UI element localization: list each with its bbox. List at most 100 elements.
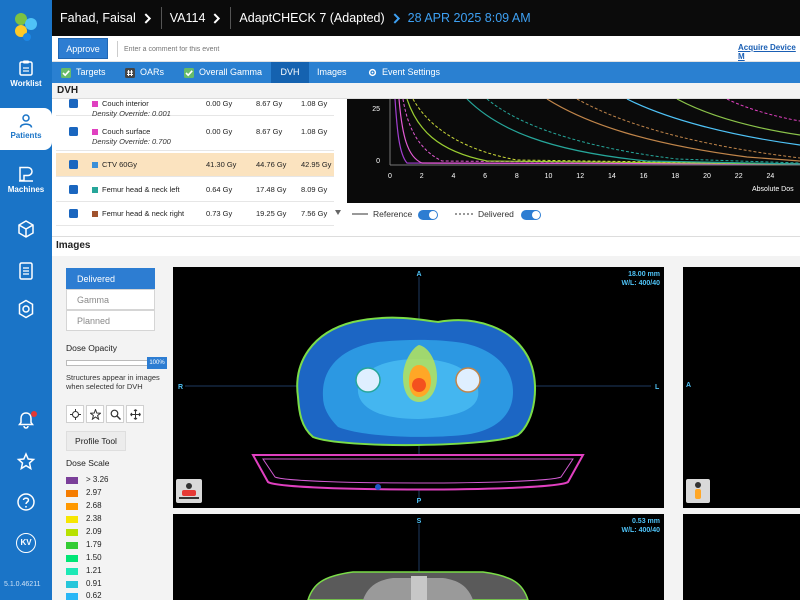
profile-tool-button[interactable]: Profile Tool <box>66 431 126 451</box>
tab-label: Images <box>317 67 347 77</box>
structure-max-dose: 19.25 Gy <box>256 209 287 218</box>
patient-orientation-icon <box>176 479 202 503</box>
structure-row[interactable]: Couch interior Density Override: 0.001 0… <box>56 96 334 118</box>
dose-scale-swatch <box>66 581 78 588</box>
structure-row[interactable]: Couch surface Density Override: 0.700 0.… <box>56 117 334 151</box>
structure-row-selected[interactable]: CTV 60Gy 41.30 Gy 44.76 Gy 42.95 Gy <box>56 153 334 177</box>
gear-icon[interactable] <box>14 297 38 321</box>
dose-scale-value: 2.68 <box>86 501 102 510</box>
user-avatar[interactable]: KV <box>16 533 36 553</box>
structure-color-swatch <box>92 129 98 135</box>
dose-scale-label: Dose Scale <box>66 458 110 468</box>
pan-tool-button[interactable] <box>126 405 144 423</box>
plan-crumb[interactable]: AdaptCHECK 7 (Adapted) 28 APR 2025 8:09 … <box>230 7 538 29</box>
comment-input[interactable] <box>117 41 417 57</box>
sidebar-item-machines[interactable]: Machines <box>0 166 52 216</box>
dvh-graph-svg: 250 0 2 4 6 8 10 12 14 16 18 20 22 24 Absolute Dos <box>372 98 800 193</box>
patient-name-crumb[interactable]: Fahad, Faisal <box>52 7 161 29</box>
structure-checkbox[interactable] <box>69 99 78 108</box>
sidebar-item-worklist[interactable]: Worklist <box>0 60 52 110</box>
dose-scale-value: 0.62 <box>86 591 102 600</box>
patient-standing-icon <box>695 482 701 499</box>
tab-dvh[interactable]: DVH <box>271 62 309 83</box>
report-icon[interactable] <box>14 259 38 283</box>
dvh-graph[interactable]: 25 0 0 2 4 6 8 10 12 14 16 18 20 22 24 Absolute Dos <box>347 98 800 203</box>
zoom-tool-button[interactable] <box>106 405 124 423</box>
app-version: 5.1.0.46211 <box>4 581 41 588</box>
patient-name: Fahad, Faisal <box>60 11 136 25</box>
structure-mean-dose: 7.56 Gy <box>301 209 328 218</box>
tab-targets[interactable]: Targets <box>61 62 106 83</box>
event-tabbar: Targets OARs Overall Gamma DVH Images Ev… <box>52 62 800 83</box>
dose-scale-value: 1.79 <box>86 540 102 549</box>
axial-slice-position: 18.00 mm <box>628 271 660 278</box>
dvh-curve <box>486 98 800 164</box>
coronal-spine <box>411 576 427 600</box>
images-section-title: Images <box>56 240 91 251</box>
machine-crumb[interactable]: VA114 <box>160 7 231 29</box>
star-brightness-icon <box>90 409 101 420</box>
structure-name: CTV 60Gy <box>102 160 138 169</box>
left-sidebar: Worklist Patients Machines KV 5.1.0.4621… <box>0 0 52 600</box>
structure-checkbox[interactable] <box>69 127 78 136</box>
delivered-line-icon <box>455 213 473 215</box>
structure-row[interactable]: Femur head & neck right 0.73 Gy 19.25 Gy… <box>56 202 334 226</box>
mode-planned-button[interactable]: Planned <box>66 310 155 331</box>
structure-mean-dose: 1.08 Gy <box>301 99 328 108</box>
cube-icon[interactable] <box>14 217 38 241</box>
orientation-bottom: P <box>417 498 422 505</box>
coronal-slice-position: 0.53 mm <box>631 518 660 525</box>
structure-checkbox[interactable] <box>69 185 78 194</box>
tab-event-settings[interactable]: Event Settings <box>368 62 440 83</box>
dose-scale-value: > 3.26 <box>86 475 109 484</box>
sagittal-viewer[interactable]: A <box>683 267 800 508</box>
scroll-down-icon[interactable] <box>335 210 341 215</box>
dose-scale-swatch <box>66 568 78 575</box>
mode-delivered-button[interactable]: Delivered <box>66 268 155 289</box>
coronal-window-level: W/L: 400/40 <box>621 527 660 534</box>
tab-images[interactable]: Images <box>317 62 347 83</box>
app-logo-icon[interactable] <box>10 10 42 42</box>
structure-checkbox[interactable] <box>69 160 78 169</box>
structure-density: Density Override: 0.700 <box>92 137 171 146</box>
sidebar-item-patients[interactable]: Patients <box>0 108 52 150</box>
structure-mean-dose: 8.09 Gy <box>301 185 328 194</box>
approve-button[interactable]: Approve <box>58 38 108 59</box>
coronal-info: 0.53 mm W/L: 400/40 <box>621 517 660 535</box>
star-person-icon[interactable] <box>14 450 38 474</box>
structure-row[interactable]: Femur head & neck left 0.64 Gy 17.48 Gy … <box>56 178 334 202</box>
axial-viewer[interactable]: A P R L 18.00 mm W/L: 400/40 <box>173 267 664 508</box>
dvh-y-tick-label: 0 <box>376 158 380 165</box>
dose-scale-value: 1.21 <box>86 566 102 575</box>
tab-overall-gamma[interactable]: Overall Gamma <box>184 62 262 83</box>
app-root: Worklist Patients Machines KV 5.1.0.4621… <box>0 0 800 600</box>
delivered-toggle[interactable] <box>521 210 541 220</box>
help-icon[interactable] <box>14 490 38 514</box>
dose-scale-swatch <box>66 477 78 484</box>
dose-scale-swatch <box>66 529 78 536</box>
orientation-right: L <box>655 384 660 391</box>
window-level-tool-button[interactable] <box>86 405 104 423</box>
dvh-x-tick-label: 22 <box>735 173 743 180</box>
notifications-button[interactable] <box>16 410 37 430</box>
reference-toggle[interactable] <box>418 210 438 220</box>
structure-min-dose: 0.00 Gy <box>206 99 233 108</box>
coronal-viewer[interactable]: S 0.53 mm W/L: 400/40 <box>173 514 664 600</box>
move-arrows-icon <box>130 409 141 420</box>
dvh-curve <box>406 98 800 165</box>
couch-structure <box>251 454 585 491</box>
crosshair-tool-button[interactable] <box>66 405 84 423</box>
dose-scale-swatch <box>66 503 78 510</box>
structure-checkbox[interactable] <box>69 209 78 218</box>
dvh-x-tick-label: 10 <box>545 173 553 180</box>
dose-scale-swatch <box>66 593 78 600</box>
hash-icon <box>125 67 135 78</box>
dvh-structure-list: Couch interior Density Override: 0.001 0… <box>56 96 341 226</box>
mode-gamma-button[interactable]: Gamma <box>66 289 155 310</box>
acquire-device-link[interactable]: Acquire Device M <box>738 43 800 61</box>
structure-mean-dose: 1.08 Gy <box>301 127 328 136</box>
structure-color-swatch <box>92 101 98 107</box>
tab-oars[interactable]: OARs <box>125 62 164 83</box>
extra-viewer[interactable] <box>683 514 800 600</box>
structure-max-dose: 8.67 Gy <box>256 99 283 108</box>
